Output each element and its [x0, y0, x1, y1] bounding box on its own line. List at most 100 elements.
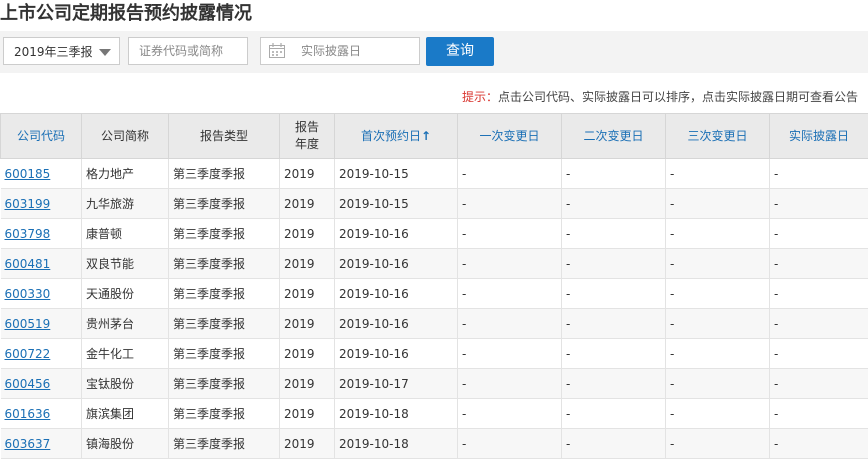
second-change-cell: -: [561, 218, 666, 249]
disclosure-date-input[interactable]: [293, 38, 433, 64]
header-third-change[interactable]: 三次变更日: [665, 113, 770, 159]
report-year-cell: 2019: [279, 158, 335, 189]
table-row: 603199 九华旅游 第三季度季报 2019 2019-10-15- - - -: [0, 188, 868, 219]
company-code-link[interactable]: 600185: [5, 167, 51, 181]
header-report-year: 报告年度: [279, 113, 335, 159]
table-row: 603637 镇海股份 第三季度季报 2019 2019-10-18- - - -: [0, 428, 868, 459]
header-first-appointment-label: 首次预约日: [360, 128, 421, 143]
second-change-cell: -: [561, 368, 666, 399]
header-report-type: 报告类型: [168, 113, 280, 159]
table-row: 600185 格力地产 第三季度季报 2019 2019-10-15- - - -: [0, 158, 868, 189]
header-second-change[interactable]: 二次变更日: [561, 113, 666, 159]
company-name-cell: 天通股份: [81, 278, 169, 309]
first-change-cell: -: [457, 248, 562, 279]
company-code-link[interactable]: 601636: [5, 407, 51, 421]
page-title: 上市公司定期报告预约披露情况: [0, 3, 252, 24]
first-change-cell: -: [457, 368, 562, 399]
company-code-cell: 600481: [0, 248, 82, 279]
company-code-link[interactable]: 600456: [5, 377, 51, 391]
company-code-link[interactable]: 600519: [5, 317, 51, 331]
query-button[interactable]: 查询: [426, 37, 494, 66]
second-change-cell: -: [561, 278, 666, 309]
first-appointment-cell: 2019-10-15: [334, 188, 458, 219]
company-code-link[interactable]: 600330: [5, 287, 51, 301]
company-name-cell: 旗滨集团: [81, 398, 169, 429]
company-code-cell: 600519: [0, 308, 82, 339]
actual-disclosure-cell: -: [769, 278, 868, 309]
company-code-cell: 600330: [0, 278, 82, 309]
actual-disclosure-cell: -: [769, 158, 868, 189]
company-code-cell: 603199: [0, 188, 82, 219]
report-type-cell: 第三季度季报: [168, 218, 280, 249]
actual-disclosure-cell: -: [769, 338, 868, 369]
first-change-cell: -: [457, 428, 562, 459]
header-first-change[interactable]: 一次变更日: [457, 113, 562, 159]
company-name-cell: 格力地产: [81, 158, 169, 189]
company-code-cell: 600456: [0, 368, 82, 399]
actual-disclosure-cell: -: [769, 218, 868, 249]
company-name-cell: 宝钛股份: [81, 368, 169, 399]
third-change-cell: -: [665, 398, 770, 429]
report-period-select[interactable]: 2019年三季报: [3, 37, 120, 65]
chevron-down-icon: [99, 49, 111, 56]
header-company-name: 公司简称: [81, 113, 169, 159]
company-name-cell: 贵州茅台: [81, 308, 169, 339]
report-year-cell: 2019: [279, 308, 335, 339]
company-code-cell: 601636: [0, 398, 82, 429]
first-appointment-cell: 2019-10-16: [334, 218, 458, 249]
report-year-cell: 2019: [279, 428, 335, 459]
report-type-cell: 第三季度季报: [168, 368, 280, 399]
stock-code-input[interactable]: [128, 37, 248, 65]
actual-disclosure-cell: -: [769, 308, 868, 339]
first-appointment-cell: 2019-10-16: [334, 338, 458, 369]
actual-disclosure-cell: -: [769, 368, 868, 399]
first-appointment-cell: 2019-10-18: [334, 398, 458, 429]
second-change-cell: -: [561, 308, 666, 339]
first-change-cell: -: [457, 398, 562, 429]
second-change-cell: -: [561, 158, 666, 189]
third-change-cell: -: [665, 158, 770, 189]
report-year-cell: 2019: [279, 278, 335, 309]
company-code-cell: 603798: [0, 218, 82, 249]
company-name-cell: 康普顿: [81, 218, 169, 249]
first-change-cell: -: [457, 218, 562, 249]
table-row: 600330 天通股份 第三季度季报 2019 2019-10-16- - - -: [0, 278, 868, 309]
disclosure-table: 公司代码 公司简称 报告类型 报告年度 首次预约日↑ 一次变更日 二次变更日 三…: [0, 113, 868, 459]
company-code-link[interactable]: 603199: [5, 197, 51, 211]
company-code-link[interactable]: 600722: [5, 347, 51, 361]
report-type-cell: 第三季度季报: [168, 188, 280, 219]
company-code-cell: 600185: [0, 158, 82, 189]
company-name-cell: 镇海股份: [81, 428, 169, 459]
third-change-cell: -: [665, 248, 770, 279]
report-type-cell: 第三季度季报: [168, 428, 280, 459]
table-row: 600519 贵州茅台 第三季度季报 2019 2019-10-16- - - -: [0, 308, 868, 339]
second-change-cell: -: [561, 398, 666, 429]
second-change-cell: -: [561, 428, 666, 459]
company-code-link[interactable]: 600481: [5, 257, 51, 271]
table-row: 603798 康普顿 第三季度季报 2019 2019-10-16- - - -: [0, 218, 868, 249]
header-actual-disclosure[interactable]: 实际披露日: [769, 113, 868, 159]
header-first-appointment[interactable]: 首次预约日↑: [334, 113, 458, 159]
third-change-cell: -: [665, 338, 770, 369]
table-row: 600722 金牛化工 第三季度季报 2019 2019-10-16- - - -: [0, 338, 868, 369]
disclosure-date-field[interactable]: [260, 37, 433, 65]
table-row: 600456 宝钛股份 第三季度季报 2019 2019-10-17- - - -: [0, 368, 868, 399]
table-row: 601636 旗滨集团 第三季度季报 2019 2019-10-18- - - -: [0, 398, 868, 429]
sort-up-arrow-icon: ↑: [420, 128, 432, 143]
report-year-cell: 2019: [279, 218, 335, 249]
report-year-cell: 2019: [279, 338, 335, 369]
actual-disclosure-cell: -: [769, 248, 868, 279]
report-year-cell: 2019: [279, 368, 335, 399]
company-name-cell: 九华旅游: [81, 188, 169, 219]
table-row: 600481 双良节能 第三季度季报 2019 2019-10-16- - - -: [0, 248, 868, 279]
company-code-link[interactable]: 603798: [5, 227, 51, 241]
company-code-link[interactable]: 603637: [5, 437, 51, 451]
second-change-cell: -: [561, 338, 666, 369]
company-code-cell: 600722: [0, 338, 82, 369]
report-year-cell: 2019: [279, 398, 335, 429]
header-company-code[interactable]: 公司代码: [0, 113, 82, 159]
report-type-cell: 第三季度季报: [168, 338, 280, 369]
first-change-cell: -: [457, 308, 562, 339]
report-type-cell: 第三季度季报: [168, 248, 280, 279]
first-appointment-cell: 2019-10-16: [334, 248, 458, 279]
